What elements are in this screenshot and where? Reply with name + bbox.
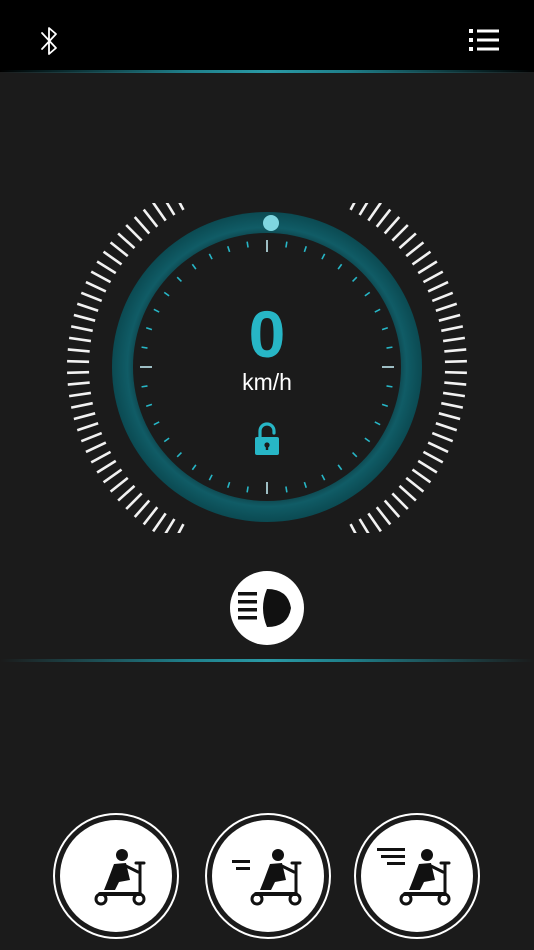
scale-mark xyxy=(431,431,454,443)
scale-mark xyxy=(133,499,151,518)
scale-mark xyxy=(398,484,417,502)
scale-mark xyxy=(164,518,176,533)
scale-mark xyxy=(152,203,167,222)
scale-mark xyxy=(367,203,382,222)
mode-button-slow[interactable] xyxy=(53,813,179,939)
scale-mark xyxy=(427,280,449,293)
scale-mark xyxy=(358,203,369,216)
mode-button-medium[interactable] xyxy=(205,813,331,939)
scale-mark xyxy=(76,422,99,432)
scale-mark xyxy=(383,499,401,518)
scale-mark xyxy=(90,270,112,284)
scale-mark xyxy=(85,441,107,454)
scooter-rider-fast-icon xyxy=(377,848,451,906)
scale-mark xyxy=(102,468,123,484)
scale-mark xyxy=(142,506,159,526)
gauge-tick xyxy=(246,241,249,248)
scale-mark xyxy=(109,241,129,258)
scale-mark xyxy=(435,422,458,432)
scale-mark xyxy=(422,450,444,464)
bluetooth-icon[interactable] xyxy=(36,24,62,58)
scale-mark xyxy=(383,216,401,235)
scale-mark xyxy=(109,476,129,493)
scale-mark xyxy=(398,232,417,250)
scale-mark xyxy=(405,241,425,258)
scale-mark xyxy=(102,250,123,266)
scooter-rider-medium-icon xyxy=(232,849,302,906)
scale-mark xyxy=(80,431,103,443)
scale-mark xyxy=(375,506,392,526)
mode-button-fast[interactable] xyxy=(354,813,480,939)
scale-mark xyxy=(125,224,143,242)
gauge-tick xyxy=(285,486,288,493)
scale-mark xyxy=(422,270,444,284)
headlight-button[interactable] xyxy=(230,571,304,645)
scale-mark xyxy=(142,208,159,228)
scale-mark xyxy=(70,401,93,409)
gauge-tick xyxy=(285,241,288,248)
scale-mark xyxy=(391,492,409,510)
scooter-rider-slow-icon xyxy=(94,849,146,906)
scale-mark xyxy=(165,203,176,216)
scale-mark xyxy=(117,232,136,250)
scale-mark xyxy=(349,523,357,533)
scale-mark xyxy=(133,216,151,235)
menu-list-icon[interactable] xyxy=(467,27,501,55)
scale-mark xyxy=(85,280,107,293)
scale-mark xyxy=(177,523,185,533)
scale-mark xyxy=(417,459,438,474)
scale-mark xyxy=(117,484,136,502)
speed-value: 0 xyxy=(248,297,286,371)
scale-mark xyxy=(73,412,96,421)
section-divider xyxy=(0,659,534,662)
scale-mark xyxy=(438,412,461,421)
scale-mark xyxy=(178,203,185,211)
unlocked-padlock-icon[interactable] xyxy=(253,422,281,458)
scale-mark xyxy=(125,492,143,510)
scale-mark xyxy=(90,450,112,464)
scale-mark xyxy=(427,441,449,454)
scale-mark xyxy=(411,468,432,484)
scale-mark xyxy=(441,401,464,409)
scale-mark xyxy=(349,203,356,211)
scale-mark xyxy=(96,260,117,275)
scale-mark xyxy=(367,512,382,533)
scale-mark xyxy=(405,476,425,493)
mode-button-fast-face xyxy=(361,820,473,932)
speed-unit: km/h xyxy=(242,369,292,395)
scale-mark xyxy=(96,459,117,474)
scale-mark xyxy=(391,224,409,242)
scale-mark xyxy=(152,512,167,533)
header-divider xyxy=(0,70,534,73)
mode-button-slow-face xyxy=(60,820,172,932)
mode-button-medium-face xyxy=(212,820,324,932)
top-bar xyxy=(0,0,534,72)
scale-mark xyxy=(411,250,432,266)
scale-mark xyxy=(417,260,438,275)
headlight-icon xyxy=(230,571,304,650)
gauge-needle-dot xyxy=(263,215,279,231)
scale-mark xyxy=(375,208,392,228)
gauge-tick xyxy=(246,486,249,493)
scale-mark xyxy=(358,518,370,533)
